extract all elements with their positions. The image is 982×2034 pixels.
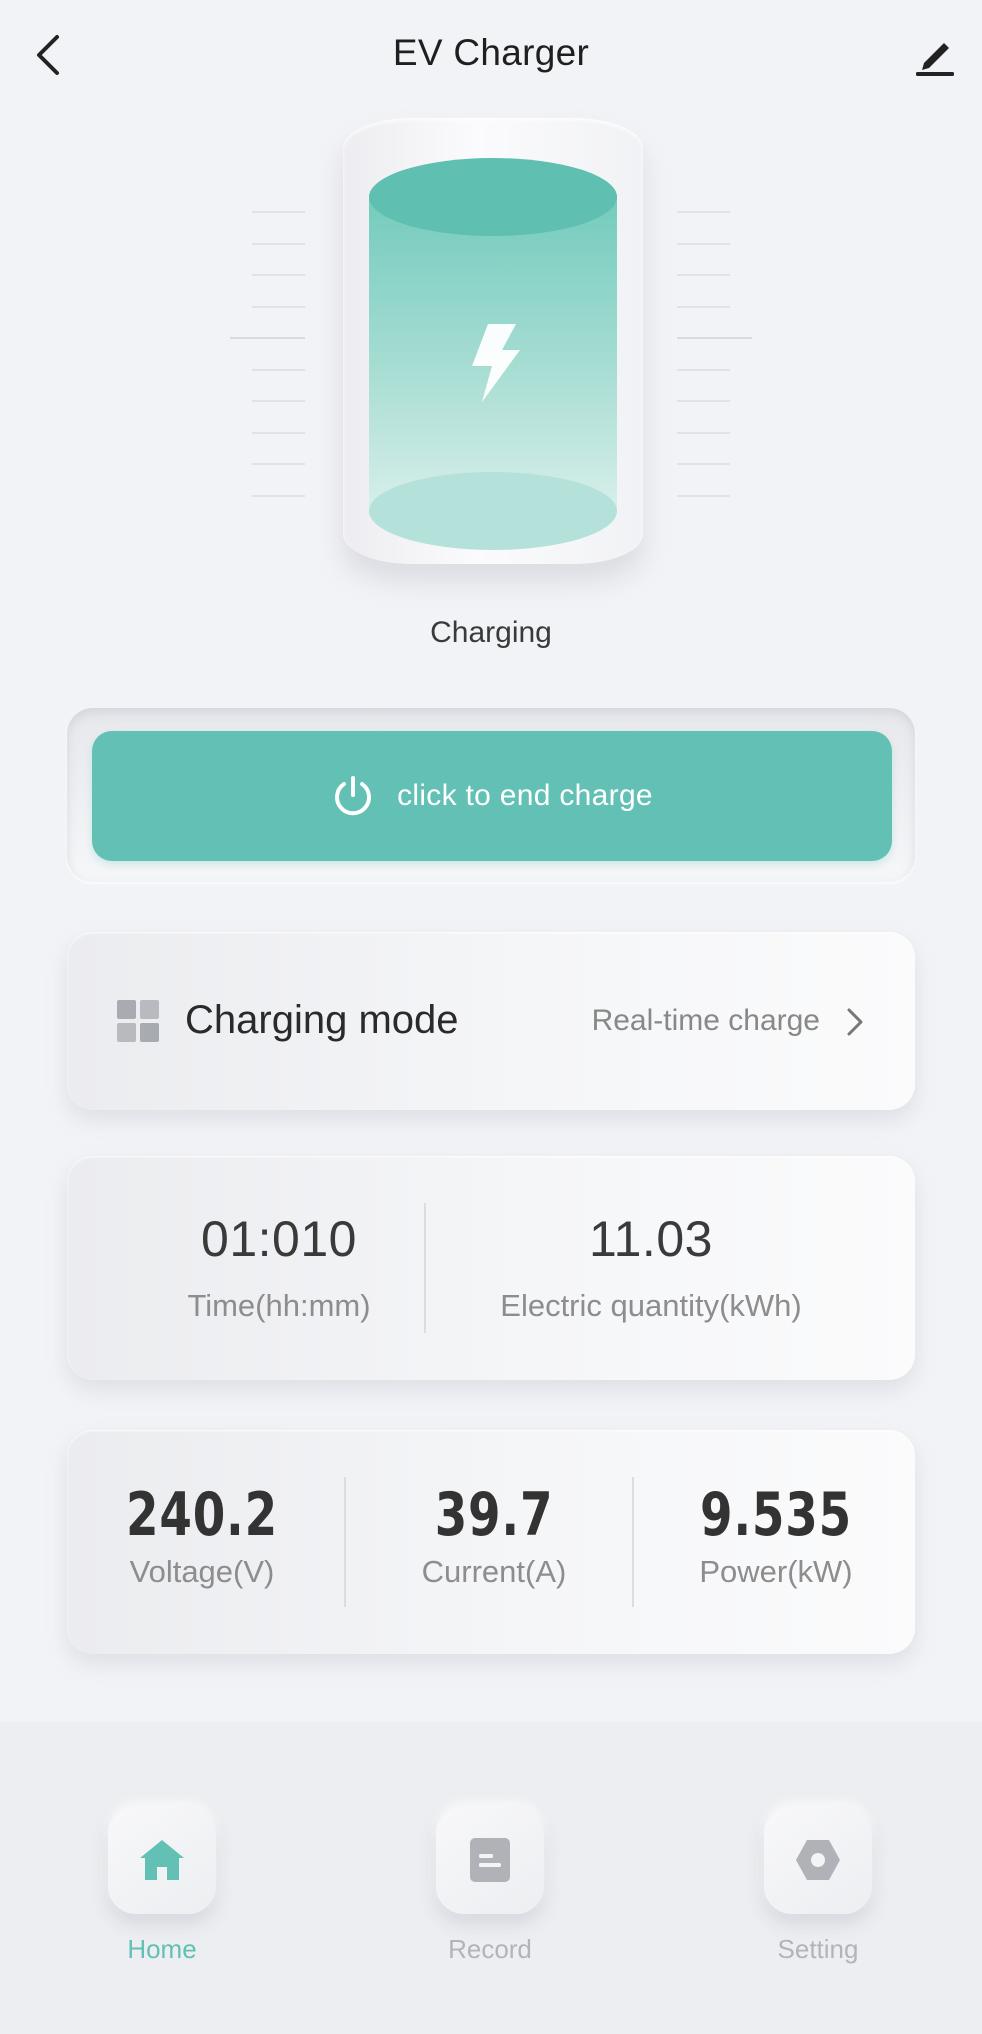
- current-label: Current(A): [421, 1554, 567, 1589]
- power-meter: 9.535 Power(kW): [637, 1430, 915, 1654]
- edit-button[interactable]: [912, 30, 958, 80]
- current-value: 39.7: [434, 1480, 554, 1550]
- scale-right: [677, 195, 752, 515]
- nav-record[interactable]: Record: [390, 1806, 590, 1965]
- nav-home-button[interactable]: [108, 1806, 216, 1914]
- end-charge-label: click to end charge: [397, 779, 653, 812]
- voltage-value: 240.2: [126, 1480, 278, 1550]
- power-value: 9.535: [700, 1480, 852, 1550]
- energy-stat: 11.03 Electric quantity(kWh): [387, 1156, 915, 1380]
- scale-left: [230, 195, 305, 515]
- nav-record-button[interactable]: [436, 1806, 544, 1914]
- grid-icon: [117, 1000, 159, 1042]
- charging-status: Charging: [430, 616, 552, 649]
- nav-setting-label: Setting: [777, 1934, 859, 1964]
- nav-setting-button[interactable]: [764, 1806, 872, 1914]
- charging-mode-label: Charging mode: [185, 998, 459, 1042]
- current-meter: 39.7 Current(A): [354, 1430, 634, 1654]
- power-icon: [335, 776, 372, 816]
- battery-cylinder-top: [369, 158, 617, 236]
- end-charge-button[interactable]: click to end charge: [92, 731, 892, 861]
- session-stats-card: 01:010 Time(hh:mm) 11.03 Electric quanti…: [67, 1156, 915, 1380]
- energy-value: 11.03: [589, 1211, 713, 1267]
- document-icon: [470, 1838, 510, 1882]
- lightning-bolt-icon: [472, 324, 520, 402]
- page-title: EV Charger: [392, 32, 590, 73]
- charging-mode-value: Real-time charge: [591, 1004, 820, 1037]
- nav-record-label: Record: [448, 1934, 532, 1964]
- home-icon: [140, 1840, 184, 1880]
- nav-home[interactable]: Home: [62, 1806, 262, 1965]
- power-label: Power(kW): [699, 1554, 853, 1589]
- energy-label: Electric quantity(kWh): [500, 1288, 802, 1323]
- charging-mode-row[interactable]: Charging mode Real-time charge: [67, 932, 915, 1110]
- voltage-label: Voltage(V): [129, 1554, 275, 1589]
- hexagon-settings-icon: [796, 1840, 840, 1880]
- divider: [344, 1477, 346, 1607]
- nav-setting[interactable]: Setting: [718, 1806, 918, 1965]
- chevron-right-icon: [847, 1008, 863, 1036]
- voltage-meter: 240.2 Voltage(V): [67, 1430, 337, 1654]
- nav-home-label: Home: [127, 1934, 197, 1964]
- edit-pencil-icon: [916, 43, 954, 76]
- electrical-meters-card: 240.2 Voltage(V) 39.7 Current(A) 9.535 P…: [67, 1430, 915, 1654]
- divider: [632, 1477, 634, 1607]
- battery-cylinder-bottom: [369, 472, 617, 550]
